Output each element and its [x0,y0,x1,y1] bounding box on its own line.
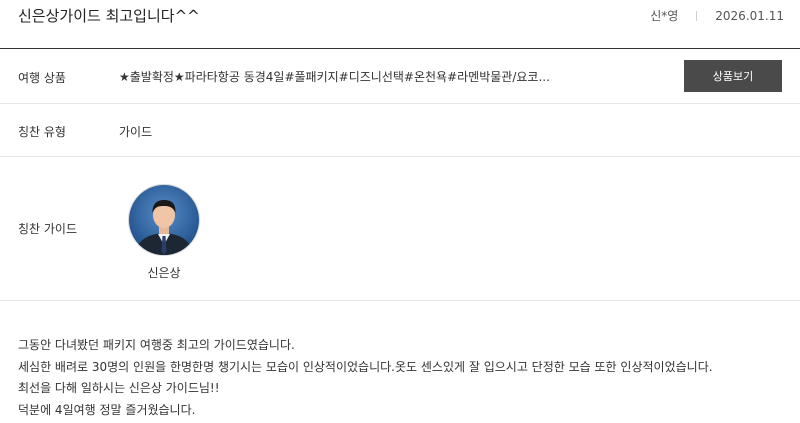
guide-avatar [128,184,200,256]
guide-photo [129,185,199,255]
review-body-line: 덕분에 4일여행 정말 즐거웠습니다. [18,402,196,417]
praise-type-value: 가이드 [119,125,153,139]
praise-type-row: 칭찬 유형 가이드 [0,104,800,157]
review-body-line: 세심한 배려로 30명의 인원을 한명한명 챙기시는 모습이 인상적이었습니다.… [18,359,713,374]
praise-guide-row: 칭찬 가이드 신은상 [0,157,800,301]
review-header: 신은상가이드 최고입니다^^ 신*영 2026.01.11 [0,0,800,49]
review-body-line: 최선을 다해 일하시는 신은상 가이드님!! [18,381,220,395]
praise-type-label: 칭찬 유형 [18,125,66,139]
view-product-button[interactable]: 상품보기 [684,60,782,92]
meta-divider [696,10,698,21]
guide-card: 신은상 [127,184,201,281]
review-body-line: 그동안 다녀봤던 패키지 여행중 최고의 가이드였습니다. [18,338,295,352]
review-meta: 신*영 2026.01.11 [650,7,784,24]
product-label: 여행 상품 [18,71,66,85]
praise-guide-label: 칭찬 가이드 [18,222,78,236]
review-detail: 신은상가이드 최고입니다^^ 신*영 2026.01.11 여행 상품 ★출발확… [0,0,800,423]
review-author: 신*영 [650,9,679,23]
review-date: 2026.01.11 [715,8,784,23]
product-name[interactable]: ★출발확정★파라타항공 동경4일#풀패키지#디즈니선택#온천욕#라멘박물관/요코… [119,68,550,85]
product-row: 여행 상품 ★출발확정★파라타항공 동경4일#풀패키지#디즈니선택#온천욕#라멘… [0,49,800,104]
review-title: 신은상가이드 최고입니다^^ [18,7,200,25]
guide-name: 신은상 [147,266,181,280]
review-body: 그동안 다녀봤던 패키지 여행중 최고의 가이드였습니다. 세심한 배려로 30… [18,335,788,421]
